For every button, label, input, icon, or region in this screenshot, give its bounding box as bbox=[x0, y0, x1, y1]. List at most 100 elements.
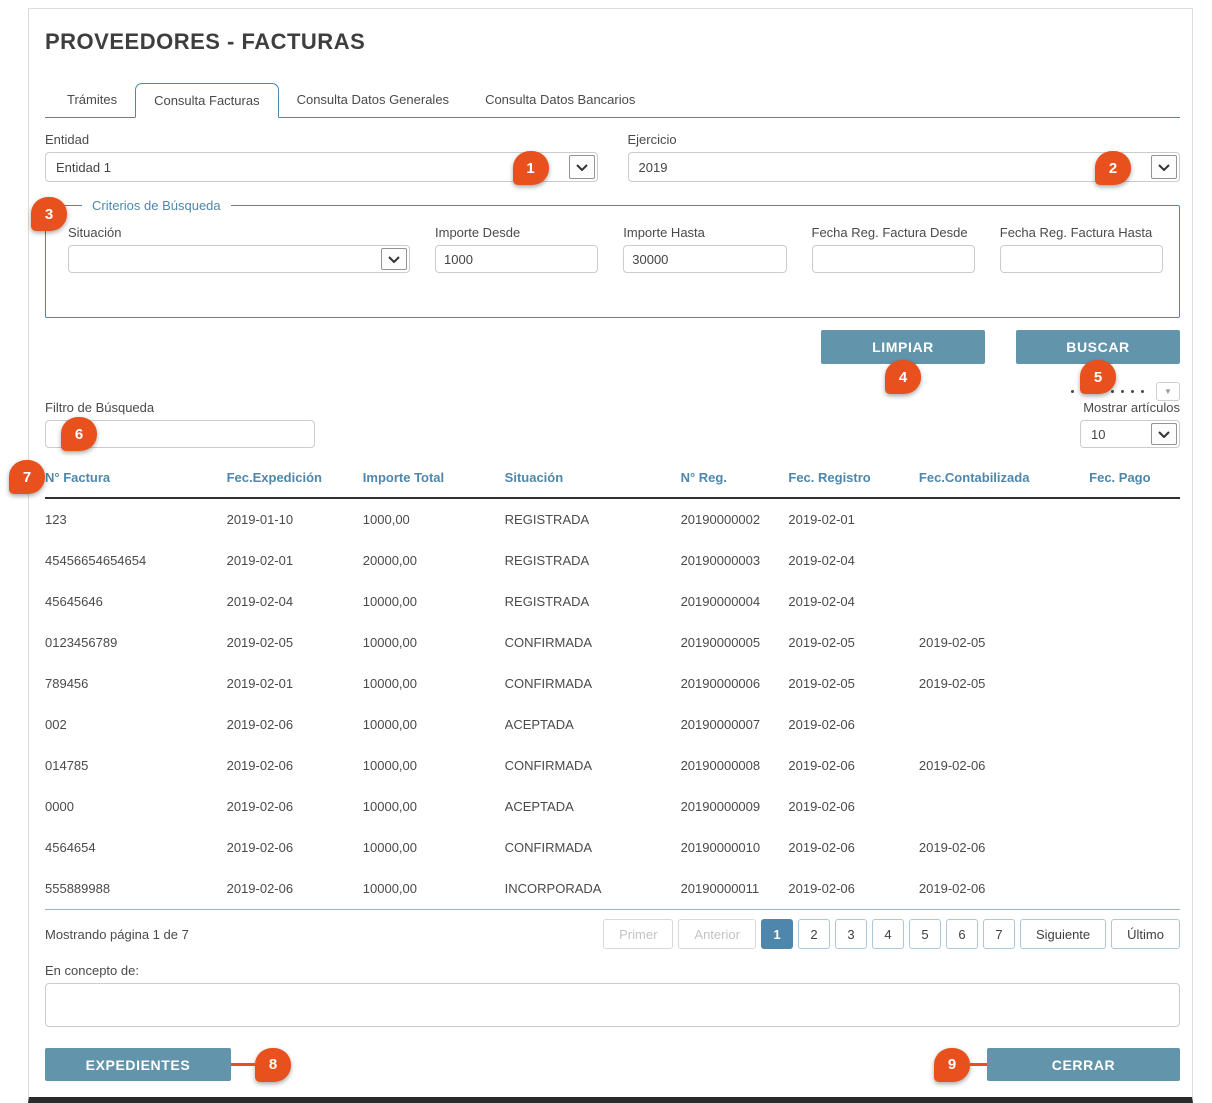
table-cell bbox=[919, 704, 1089, 745]
table-cell: 2019-02-05 bbox=[919, 663, 1089, 704]
tab-consulta-datos-bancarios[interactable]: Consulta Datos Bancarios bbox=[467, 83, 653, 117]
page-button-7[interactable]: 7 bbox=[983, 919, 1015, 949]
table-cell: 2019-02-06 bbox=[788, 827, 919, 868]
situacion-label: Situación bbox=[68, 225, 410, 240]
mostrar-articulos-value: 10 bbox=[1091, 427, 1105, 442]
table-cell: INCORPORADA bbox=[505, 868, 681, 910]
pagination-buttons: PrimerAnterior1234567SiguienteÚltimo bbox=[598, 919, 1180, 949]
importe-hasta-input[interactable] bbox=[623, 245, 786, 273]
entidad-select[interactable]: Entidad 1 1 bbox=[45, 152, 598, 182]
table-cell: 002 bbox=[45, 704, 227, 745]
table-cell: 2019-02-05 bbox=[788, 622, 919, 663]
page-button-5[interactable]: 5 bbox=[909, 919, 941, 949]
table-cell: 10000,00 bbox=[363, 827, 505, 868]
table-cell: 20190000010 bbox=[681, 827, 789, 868]
invoices-table: 7 N° FacturaFec.ExpediciónImporte TotalS… bbox=[45, 464, 1180, 910]
situacion-select[interactable] bbox=[68, 245, 410, 273]
importe-desde-input[interactable] bbox=[435, 245, 598, 273]
table-cell bbox=[1089, 745, 1180, 786]
table-cell bbox=[1089, 581, 1180, 622]
page-title: PROVEEDORES - FACTURAS bbox=[45, 29, 1180, 55]
tab-bar: Trámites Consulta Facturas Consulta Dato… bbox=[45, 83, 1180, 118]
table-cell: 20190000008 bbox=[681, 745, 789, 786]
toolbar-dropdown-button[interactable]: ▼ bbox=[1156, 382, 1180, 401]
page-button-siguiente[interactable]: Siguiente bbox=[1020, 919, 1106, 949]
annotation-badge-2: 2 bbox=[1095, 151, 1131, 185]
table-row: 454566546546542019-02-0120000,00REGISTRA… bbox=[45, 540, 1180, 581]
table-cell: 10000,00 bbox=[363, 868, 505, 910]
annotation-badge-4: 4 bbox=[885, 360, 921, 394]
fecha-reg-desde-input[interactable] bbox=[812, 245, 975, 273]
annotation-badge-3: 3 bbox=[31, 197, 67, 231]
page-button-1[interactable]: 1 bbox=[761, 919, 793, 949]
table-cell: CONFIRMADA bbox=[505, 827, 681, 868]
table-row: 00002019-02-0610000,00ACEPTADA2019000000… bbox=[45, 786, 1180, 827]
page-button-2[interactable]: 2 bbox=[798, 919, 830, 949]
page-button-último[interactable]: Último bbox=[1111, 919, 1180, 949]
table-row: 5558899882019-02-0610000,00INCORPORADA20… bbox=[45, 868, 1180, 910]
tab-consulta-facturas[interactable]: Consulta Facturas bbox=[135, 83, 279, 118]
expedientes-button[interactable]: EXPEDIENTES bbox=[45, 1048, 231, 1081]
table-cell: 20190000009 bbox=[681, 786, 789, 827]
table-cell: 10000,00 bbox=[363, 745, 505, 786]
table-cell: 45456654654654 bbox=[45, 540, 227, 581]
table-cell: REGISTRADA bbox=[505, 581, 681, 622]
column-header: N° Reg. bbox=[681, 464, 789, 498]
table-cell: CONFIRMADA bbox=[505, 663, 681, 704]
table-cell: 0123456789 bbox=[45, 622, 227, 663]
tab-consulta-datos-generales[interactable]: Consulta Datos Generales bbox=[279, 83, 467, 117]
chevron-down-icon[interactable] bbox=[381, 248, 407, 270]
page-button-6[interactable]: 6 bbox=[946, 919, 978, 949]
entidad-label: Entidad bbox=[45, 132, 598, 147]
buscar-button[interactable]: BUSCAR bbox=[1016, 330, 1180, 364]
page-button-anterior[interactable]: Anterior bbox=[678, 919, 756, 949]
table-cell: 2019-02-06 bbox=[788, 786, 919, 827]
chevron-down-icon[interactable] bbox=[569, 155, 595, 179]
ejercicio-label: Ejercicio bbox=[628, 132, 1181, 147]
column-header: N° Factura bbox=[45, 464, 227, 498]
page-button-3[interactable]: 3 bbox=[835, 919, 867, 949]
cerrar-button[interactable]: CERRAR bbox=[987, 1048, 1180, 1081]
annotation-badge-9: 9 bbox=[934, 1048, 970, 1082]
chevron-down-icon[interactable] bbox=[1151, 155, 1177, 179]
tab-tramites[interactable]: Trámites bbox=[49, 83, 135, 117]
table-cell: 2019-02-05 bbox=[788, 663, 919, 704]
column-header: Fec. Registro bbox=[788, 464, 919, 498]
table-row: 45646542019-02-0610000,00CONFIRMADA20190… bbox=[45, 827, 1180, 868]
table-row: 01234567892019-02-0510000,00CONFIRMADA20… bbox=[45, 622, 1180, 663]
fecha-reg-hasta-label: Fecha Reg. Factura Hasta bbox=[1000, 225, 1163, 240]
table-cell: 20190000005 bbox=[681, 622, 789, 663]
page-button-primer[interactable]: Primer bbox=[603, 919, 673, 949]
limpiar-button[interactable]: LIMPIAR bbox=[821, 330, 985, 364]
column-header: Fec.Contabilizada bbox=[919, 464, 1089, 498]
page-button-4[interactable]: 4 bbox=[872, 919, 904, 949]
table-cell bbox=[1089, 663, 1180, 704]
fecha-reg-hasta-input[interactable] bbox=[1000, 245, 1163, 273]
table-cell: 2019-02-06 bbox=[919, 827, 1089, 868]
mostrar-articulos-select[interactable]: 10 bbox=[1080, 420, 1180, 448]
table-cell bbox=[1089, 827, 1180, 868]
chevron-down-icon[interactable] bbox=[1151, 423, 1177, 445]
table-cell bbox=[919, 498, 1089, 540]
table-cell: 2019-02-06 bbox=[788, 704, 919, 745]
annotation-badge-5: 5 bbox=[1080, 360, 1116, 394]
table-header-row: N° FacturaFec.ExpediciónImporte TotalSit… bbox=[45, 464, 1180, 498]
table-cell: 555889988 bbox=[45, 868, 227, 910]
table-cell: 2019-02-06 bbox=[227, 745, 363, 786]
table-row: 1232019-01-101000,00REGISTRADA2019000000… bbox=[45, 498, 1180, 540]
table-cell bbox=[1089, 540, 1180, 581]
table-cell: 45645646 bbox=[45, 581, 227, 622]
table-cell: ACEPTADA bbox=[505, 704, 681, 745]
invoice-table-body: 1232019-01-101000,00REGISTRADA2019000000… bbox=[45, 498, 1180, 910]
table-cell: 2019-02-05 bbox=[227, 622, 363, 663]
en-concepto-de-label: En concepto de: bbox=[45, 963, 1180, 978]
table-row: 456456462019-02-0410000,00REGISTRADA2019… bbox=[45, 581, 1180, 622]
table-row: 0022019-02-0610000,00ACEPTADA20190000007… bbox=[45, 704, 1180, 745]
table-cell: 20190000011 bbox=[681, 868, 789, 910]
table-cell: CONFIRMADA bbox=[505, 745, 681, 786]
table-cell bbox=[919, 786, 1089, 827]
table-cell: 2019-02-06 bbox=[227, 704, 363, 745]
en-concepto-de-textarea[interactable] bbox=[45, 983, 1180, 1027]
ejercicio-select[interactable]: 2019 2 bbox=[628, 152, 1181, 182]
table-cell: 2019-02-01 bbox=[227, 540, 363, 581]
